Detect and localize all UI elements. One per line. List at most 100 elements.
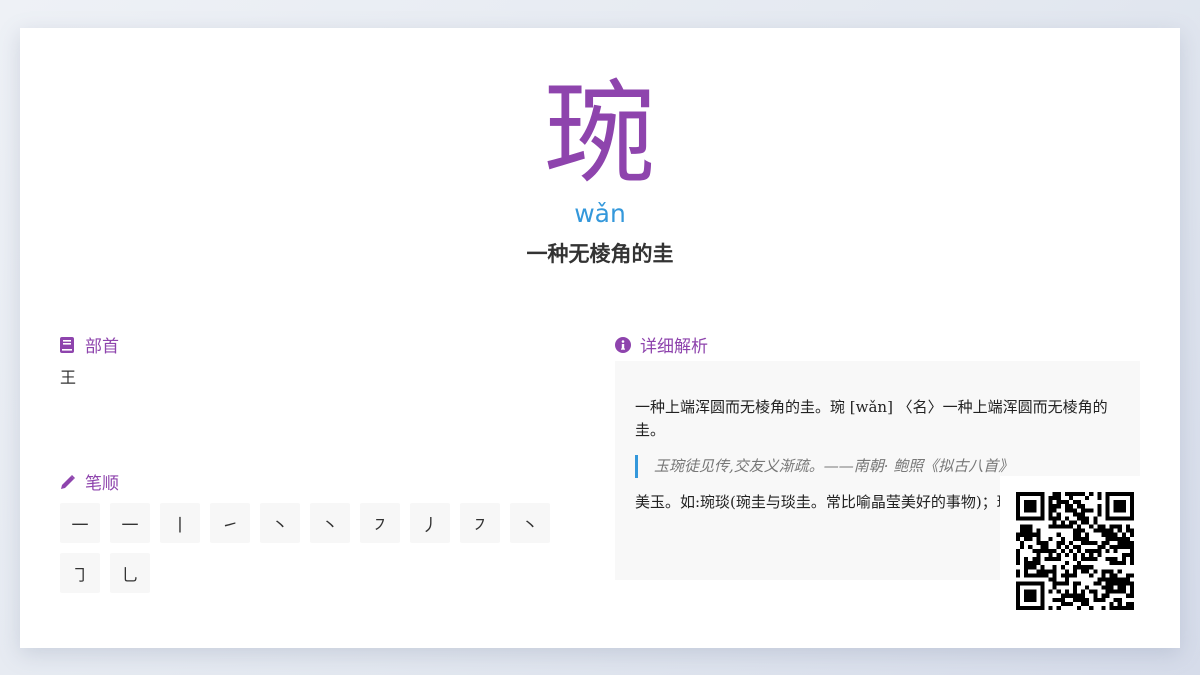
qr-module (1117, 597, 1122, 602)
qr-module (1081, 492, 1086, 497)
qr-module (1044, 540, 1049, 545)
qr-module (1072, 492, 1078, 497)
qr-module (1093, 528, 1098, 533)
qr-module (1040, 508, 1045, 513)
qr-module (1121, 516, 1126, 521)
qr-module (1020, 540, 1025, 545)
qr-module (1028, 528, 1033, 533)
qr-module (1093, 516, 1098, 521)
stroke-list: 一 一 丨 ㇀ 丶 丶 ㇇ 丿 ㇇ 丶 ㇆ 乚 (60, 503, 570, 603)
qr-module (1024, 569, 1029, 574)
qr-module (1028, 500, 1033, 505)
qr-module (1121, 605, 1126, 610)
qr-module (1109, 544, 1114, 549)
qr-module (1032, 597, 1037, 602)
qr-module (1113, 516, 1118, 521)
qr-module (1113, 524, 1118, 529)
qr-module (1032, 573, 1037, 578)
qr-module (1113, 581, 1118, 586)
qr-module (1129, 532, 1134, 537)
qr-module (1056, 540, 1061, 545)
qr-module (1081, 540, 1086, 545)
qr-module (1020, 492, 1025, 497)
qr-module (1117, 508, 1122, 513)
qr-module (1089, 540, 1094, 545)
qr-module (1105, 585, 1110, 590)
qr-module (1113, 605, 1118, 610)
qr-module (1117, 524, 1122, 529)
qr-module (1072, 565, 1078, 570)
stroke-item: 一 (60, 503, 100, 543)
qr-module (1081, 504, 1086, 509)
qr-module (1105, 500, 1110, 505)
qr-module (1081, 597, 1086, 602)
qr-module (1109, 492, 1114, 497)
qr-module (1068, 520, 1073, 525)
qr-module (1077, 544, 1082, 549)
qr-module (1089, 524, 1094, 529)
qr-module (1109, 601, 1114, 606)
qr-module (1068, 540, 1073, 545)
qr-module (1036, 561, 1041, 566)
qr-module (1028, 536, 1033, 541)
radical-value: 王 (60, 368, 77, 387)
qr-module (1024, 597, 1029, 602)
qr-module (1129, 508, 1134, 513)
qr-module (1081, 536, 1086, 541)
qr-module (1040, 601, 1045, 606)
qr-module (1068, 508, 1073, 513)
qr-module (1113, 597, 1118, 602)
qr-module (1117, 561, 1122, 566)
qr-module (1117, 585, 1122, 590)
qr-module (1064, 544, 1069, 549)
qr-module (1081, 569, 1086, 574)
qr-module (1105, 569, 1110, 574)
character-card: 琬 wǎn 一种无棱角的圭 部首 王 笔顺 一 一 丨 ㇀ 丶 丶 ㇇ 丿 ㇇ … (20, 28, 1180, 648)
qr-module (1024, 504, 1029, 509)
qr-module (1040, 565, 1045, 570)
qr-module (1072, 500, 1078, 505)
qr-module (1077, 504, 1082, 509)
qr-module (1101, 540, 1106, 545)
qr-module (1060, 536, 1065, 541)
qr-module (1060, 581, 1065, 586)
qr-module (1028, 524, 1033, 529)
qr-module (1129, 492, 1134, 497)
qr-module (1052, 569, 1057, 574)
qr-module (1028, 504, 1033, 509)
qr-module (1093, 569, 1098, 574)
qr-module (1048, 496, 1053, 501)
qr-module (1117, 605, 1122, 610)
qr-module (1093, 557, 1098, 562)
qr-module (1028, 565, 1033, 570)
qr-module (1068, 601, 1073, 606)
qr-module (1101, 593, 1106, 598)
qr-module (1129, 557, 1134, 562)
qr-module (1024, 593, 1029, 598)
qr-module (1072, 557, 1078, 562)
qr-module (1101, 577, 1106, 582)
qr-module (1097, 597, 1102, 602)
qr-module (1081, 528, 1086, 533)
qr-module (1020, 516, 1025, 521)
qr-module (1064, 492, 1069, 497)
qr-module (1032, 561, 1037, 566)
qr-module (1040, 581, 1045, 586)
qr-module (1121, 536, 1126, 541)
qr-module (1052, 565, 1057, 570)
qr-module (1129, 589, 1134, 594)
qr-module (1068, 504, 1073, 509)
qr-module (1097, 504, 1102, 509)
qr-module (1072, 573, 1078, 578)
qr-module (1032, 508, 1037, 513)
qr-module (1072, 593, 1078, 598)
qr-module (1081, 601, 1086, 606)
qr-module (1121, 508, 1126, 513)
qr-module (1085, 536, 1090, 541)
book-icon (60, 336, 76, 353)
qr-module (1060, 520, 1065, 525)
qr-module (1024, 500, 1029, 505)
qr-module (1016, 593, 1021, 598)
qr-module (1109, 585, 1114, 590)
qr-module (1109, 577, 1114, 582)
